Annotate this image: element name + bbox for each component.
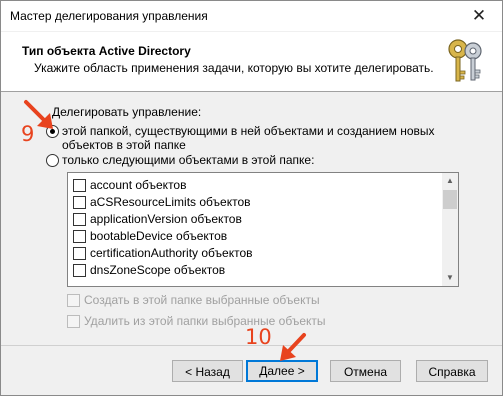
delegate-group-label: Делегировать управление: (52, 105, 202, 119)
scroll-thumb[interactable] (443, 190, 457, 209)
page-title: Тип объекта Active Directory (22, 44, 191, 58)
object-checkbox[interactable] (73, 196, 86, 209)
step-10-annotation: 10 (245, 325, 272, 349)
object-type-list[interactable]: account объектов aCSResourceLimits объек… (67, 172, 459, 287)
arrow-9-icon (24, 100, 53, 129)
back-button[interactable]: < Назад (172, 360, 243, 382)
cancel-button[interactable]: Отмена (330, 360, 401, 382)
object-label: bootableDevice объектов (90, 229, 228, 243)
create-objects-label: Создать в этой папке выбранные объекты (84, 293, 320, 307)
object-checkbox[interactable] (73, 264, 86, 277)
radio-this-folder-label[interactable]: этой папкой, существующими в ней объекта… (62, 124, 482, 152)
scroll-up-icon[interactable]: ▲ (442, 173, 458, 189)
object-label: dnsZoneScope объектов (90, 263, 226, 277)
create-objects-checkbox[interactable] (67, 294, 80, 307)
radio-only-objects[interactable] (46, 154, 59, 167)
title-bar: Мастер делегирования управления ✕ (1, 1, 502, 31)
object-label: aCSResourceLimits объектов (90, 195, 251, 209)
keys-icon (448, 39, 482, 82)
object-checkbox[interactable] (73, 179, 86, 192)
object-label: account объектов (90, 178, 187, 192)
scroll-down-icon[interactable]: ▼ (442, 270, 458, 286)
object-checkbox[interactable] (73, 230, 86, 243)
wizard-header: Тип объекта Active Directory Укажите обл… (1, 32, 502, 92)
delete-objects-checkbox[interactable] (67, 315, 80, 328)
object-label: certificationAuthority объектов (90, 246, 253, 260)
object-label: applicationVersion объектов (90, 212, 242, 226)
help-button[interactable]: Справка (416, 360, 488, 382)
list-scrollbar[interactable]: ▲ ▼ (442, 173, 458, 286)
object-checkbox[interactable] (73, 247, 86, 260)
radio-only-objects-label[interactable]: только следующими объектами в этой папке… (62, 153, 314, 167)
close-button[interactable]: ✕ (456, 1, 502, 31)
arrow-10-icon (280, 333, 306, 361)
delete-objects-label: Удалить из этой папки выбранные объекты (84, 314, 326, 328)
window-title: Мастер делегирования управления (10, 9, 208, 23)
object-checkbox[interactable] (73, 213, 86, 226)
page-subtitle: Укажите область применения задачи, котор… (34, 61, 434, 75)
